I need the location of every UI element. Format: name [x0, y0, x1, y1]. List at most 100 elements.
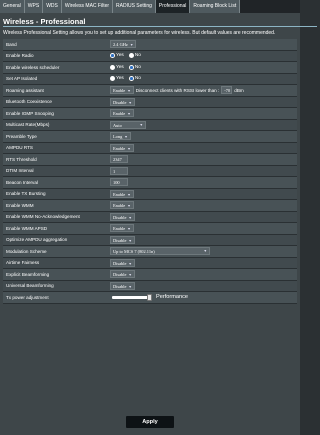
row-airtime-fairness: Airtime Fairness Disable ▼ — [3, 257, 297, 269]
scheduler-no[interactable]: No — [128, 64, 141, 70]
row-explicit-beamforming: Explicit Beamforming Disable ▼ — [3, 269, 297, 281]
row-rts-threshold: RTS Threshold 2347 — [3, 154, 297, 166]
tab-general[interactable]: General — [0, 0, 25, 13]
row-label: Preamble Type — [6, 133, 37, 139]
row-dtim-interval: DTIM Interval 1 — [3, 165, 297, 177]
chevron-down-icon: ▼ — [128, 215, 132, 220]
chevron-down-icon: ▼ — [203, 249, 207, 254]
chevron-down-icon: ▼ — [129, 43, 134, 48]
chevron-down-icon: ▼ — [127, 204, 131, 209]
row-label: Tx power adjustment — [6, 294, 49, 300]
beacon-interval-input[interactable]: 100 — [110, 178, 128, 187]
row-label: DTIM Interval — [6, 168, 34, 174]
row-enable-wmm: Enable WMM Enable ▼ — [3, 200, 297, 212]
chevron-down-icon: ▼ — [127, 112, 131, 117]
row-wireless-scheduler: Enable wireless scheduler Yes No — [3, 62, 297, 74]
band-select[interactable]: 2.4 GHz ▼ — [110, 40, 137, 49]
row-band: Band 2.4 GHz ▼ — [3, 39, 297, 51]
radio-unselected-icon — [110, 76, 115, 82]
modulation-scheme-select[interactable]: Up to MCS 7 (802.11n) ▼ — [110, 247, 210, 256]
roaming-select[interactable]: Enable ▼ — [110, 86, 134, 95]
tab-wireless-mac-filter[interactable]: Wireless MAC Filter — [61, 0, 114, 13]
tab-roaming-block-list[interactable]: Roaming Block List — [190, 0, 241, 13]
roaming-rssi-text: Disconnect clients with RSSI lower than … — [135, 87, 220, 93]
row-wmm-no-ack: Enable WMM No-Acknowledgement Disable ▼ — [3, 211, 297, 223]
row-label: Explicit Beamforming — [6, 271, 50, 277]
ampdu-rts-select[interactable]: Enable ▼ — [110, 143, 134, 152]
tab-radius-setting[interactable]: RADIUS Setting — [113, 0, 156, 13]
row-label: Enable Radio — [6, 53, 34, 59]
radio-unselected-icon — [128, 53, 134, 59]
ap-isolated-yes[interactable]: Yes — [110, 76, 124, 82]
row-label: Beacon Interval — [6, 179, 38, 185]
preamble-type-select[interactable]: Long ▼ — [110, 132, 131, 141]
row-tx-power: Tx power adjustment Performance — [3, 292, 297, 304]
ampdu-aggregation-select[interactable]: Disable ▼ — [110, 235, 135, 244]
wmm-no-ack-select[interactable]: Disable ▼ — [110, 212, 135, 221]
row-ampdu-aggregation: Optimize AMPDU aggregation Disable ▼ — [3, 234, 297, 246]
chevron-down-icon: ▼ — [128, 284, 132, 289]
rssi-input[interactable]: -70 — [221, 86, 233, 95]
row-modulation-scheme: Modulation Scheme Up to MCS 7 (802.11n) ▼ — [3, 246, 297, 258]
row-label: Enable wireless scheduler — [6, 64, 60, 70]
enable-radio-no[interactable]: No — [128, 53, 141, 59]
radio-selected-icon — [128, 64, 134, 70]
chevron-down-icon: ▼ — [127, 89, 131, 94]
radio-selected-icon — [110, 53, 115, 59]
row-label: RTS Threshold — [6, 156, 37, 162]
page-title: Wireless - Professional — [3, 17, 86, 26]
row-label: Universal Beamforming — [6, 283, 54, 289]
tab-wps[interactable]: WPS — [24, 0, 44, 13]
tab-wds[interactable]: WDS — [43, 0, 62, 13]
tx-power-slider[interactable] — [112, 293, 152, 301]
rts-threshold-input[interactable]: 2347 — [110, 155, 128, 164]
chevron-down-icon: ▼ — [139, 122, 143, 127]
row-label: Enable TX Bursting — [6, 191, 46, 197]
row-label: Optimize AMPDU aggregation — [6, 237, 68, 243]
universal-beamforming-select[interactable]: Disable ▼ — [110, 281, 135, 290]
chevron-down-icon: ▼ — [128, 273, 132, 278]
slider-handle[interactable] — [147, 293, 152, 301]
chevron-down-icon: ▼ — [128, 100, 132, 105]
radio-selected-icon — [128, 76, 134, 82]
row-label: Band — [6, 41, 17, 47]
row-label: Airtime Fairness — [6, 260, 40, 266]
row-roaming-assistant: Roaming assistant Enable ▼ Disconnect cli… — [3, 85, 297, 97]
wmm-select[interactable]: Enable ▼ — [110, 201, 134, 210]
chevron-down-icon: ▼ — [127, 192, 131, 197]
dtim-interval-input[interactable]: 1 — [110, 166, 128, 175]
page-description: Wireless Professional Setting allows you… — [3, 30, 276, 36]
chevron-down-icon: ▼ — [128, 261, 132, 266]
row-tx-bursting: Enable TX Bursting Enable ▼ — [3, 188, 297, 200]
row-label: Set AP Isolated — [6, 76, 38, 82]
tx-bursting-select[interactable]: Enable ▼ — [110, 189, 134, 198]
enable-radio-yes[interactable]: Yes — [110, 53, 124, 59]
bluetooth-coexistence-select[interactable]: Disable ▼ — [110, 97, 135, 106]
row-label: AMPDU RTS — [6, 145, 33, 151]
row-enable-radio: Enable Radio Yes No — [3, 50, 297, 62]
row-label: Bluetooth Coexistence — [6, 99, 52, 105]
igmp-snooping-select[interactable]: Enable ▼ — [110, 109, 134, 118]
chevron-down-icon: ▼ — [127, 146, 131, 151]
row-bluetooth-coexistence: Bluetooth Coexistence Disable ▼ — [3, 96, 297, 108]
tab-professional[interactable]: Professional — [155, 0, 191, 13]
row-beacon-interval: Beacon Interval 100 — [3, 177, 297, 189]
tab-bar-filler — [240, 0, 300, 13]
apply-button[interactable]: Apply — [126, 416, 174, 428]
tx-power-level-text: Performance — [156, 294, 189, 301]
row-multicast-rate: Multicast Rate(Mbps) Auto ▼ — [3, 119, 297, 131]
multicast-rate-select[interactable]: Auto ▼ — [110, 120, 146, 129]
row-wmm-apsd: Enable WMM APSD Enable ▼ — [3, 223, 297, 235]
row-ap-isolated: Set AP Isolated Yes No — [3, 73, 297, 85]
wmm-apsd-select[interactable]: Enable ▼ — [110, 224, 134, 233]
scheduler-yes[interactable]: Yes — [110, 64, 124, 70]
airtime-fairness-select[interactable]: Disable ▼ — [110, 258, 135, 267]
chevron-down-icon: ▼ — [127, 227, 131, 232]
title-divider — [3, 26, 317, 27]
ap-isolated-no[interactable]: No — [128, 76, 141, 82]
explicit-beamforming-select[interactable]: Disable ▼ — [110, 270, 135, 279]
row-preamble-type: Preamble Type Long ▼ — [3, 131, 297, 143]
tab-bar: General WPS WDS Wireless MAC Filter RADI… — [0, 0, 300, 13]
chevron-down-icon: ▼ — [124, 135, 128, 140]
row-label: Modulation Scheme — [6, 248, 47, 254]
